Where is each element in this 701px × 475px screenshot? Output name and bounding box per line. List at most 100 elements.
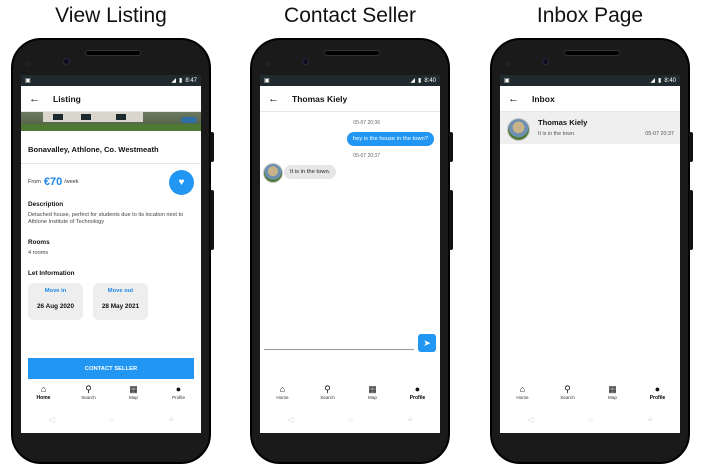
profile-icon: ● (414, 383, 421, 394)
system-recents-icon[interactable]: ≡ (648, 415, 653, 424)
chat-screen: ▣ ◢ ▮ 8:40 ← Thomas Kiely 05-07 20:36 hey … (260, 75, 440, 433)
conversation-preview: It is in the town. (538, 131, 576, 137)
battery-icon: ▮ (179, 78, 183, 84)
system-back-icon[interactable]: ◁ (287, 415, 293, 424)
caption-view-listing: View Listing (55, 4, 167, 27)
caption-contact-seller: Contact Seller (284, 4, 416, 27)
nav-map[interactable]: ▦ Map (593, 384, 633, 400)
bottom-nav: ⌂ Home ⚲ Search ▦ Map ● Profile (500, 379, 680, 405)
system-home-icon[interactable]: ○ (109, 415, 114, 424)
listing-address: Bonavalley, Athlone, Co. Westmeath (28, 145, 159, 154)
nav-map[interactable]: ▦ Map (353, 384, 393, 400)
phone-inbox: ▣ ◢ ▮ 8:40 ← Inbox Thomas Kiely It is in t… (490, 38, 693, 464)
listing-screen: ▣ ◢ ▮ 8:47 ← Listing Bonavalley, Athlone, … (21, 75, 201, 433)
home-icon: ⌂ (519, 384, 526, 394)
nav-home[interactable]: ⌂ Home (24, 384, 64, 401)
home-icon: ⌂ (279, 384, 286, 394)
search-icon: ⚲ (564, 384, 571, 394)
nav-profile[interactable]: ● Profile (638, 384, 678, 401)
message-input[interactable] (264, 336, 414, 350)
message-composer: ➤ (264, 333, 436, 353)
nav-home[interactable]: ⌂ Home (263, 384, 303, 400)
phone-chat: ▣ ◢ ▮ 8:40 ← Thomas Kiely 05-07 20:36 hey … (250, 38, 453, 464)
system-recents-icon[interactable]: ≡ (169, 415, 174, 424)
send-button[interactable]: ➤ (418, 334, 436, 352)
nav-home[interactable]: ⌂ Home (503, 384, 543, 400)
nav-map[interactable]: ▦ Map (114, 384, 154, 400)
rooms-text: 4 rooms (28, 250, 49, 256)
profile-icon: ● (654, 383, 661, 394)
bottom-nav: ⌂ Home ⚲ Search ▦ Map ● Profile (21, 379, 201, 405)
back-arrow-icon[interactable]: ← (508, 93, 526, 105)
caption-inbox-page: Inbox Page (536, 4, 644, 27)
search-icon: ⚲ (85, 384, 92, 394)
system-recents-icon[interactable]: ≡ (408, 415, 413, 424)
battery-icon: ▮ (418, 78, 422, 84)
listing-photo (21, 112, 201, 131)
signal-icon: ◢ (410, 78, 415, 84)
price-from: From (28, 179, 41, 185)
conversation-row[interactable]: Thomas Kiely It is in the town. 05-07 20… (500, 112, 680, 144)
price-value: €70 (43, 176, 63, 188)
notification-icon: ▣ (504, 78, 510, 84)
page-title: Listing (53, 93, 81, 104)
inbox-title: Inbox (532, 93, 555, 104)
avatar (263, 163, 283, 183)
system-home-icon[interactable]: ○ (588, 415, 593, 424)
move-out-card: Move out 28 May 2021 (93, 283, 148, 320)
status-time: 8:47 (185, 77, 197, 84)
system-nav: ◁ ○ ≡ (500, 405, 680, 433)
app-bar: ← Inbox (500, 86, 680, 112)
app-bar: ← Thomas Kiely (260, 86, 440, 112)
back-arrow-icon[interactable]: ← (268, 93, 286, 105)
system-back-icon[interactable]: ◁ (527, 415, 533, 424)
search-icon: ⚲ (324, 384, 331, 394)
move-out-label: Move out (107, 288, 134, 294)
status-bar: ▣ ◢ ▮ 8:40 (260, 75, 440, 86)
phone-listing: ▣ ◢ ▮ 8:47 ← Listing Bonavalley, Athlone, … (11, 38, 214, 464)
heart-icon: ♥ (178, 177, 185, 188)
home-icon: ⌂ (40, 383, 47, 394)
message-time: 05-07 20:37 (353, 153, 380, 159)
system-back-icon[interactable]: ◁ (48, 415, 54, 424)
map-icon: ▦ (129, 384, 138, 394)
battery-icon: ▮ (658, 78, 662, 84)
nav-search[interactable]: ⚲ Search (69, 384, 109, 400)
inbox-screen: ▣ ◢ ▮ 8:40 ← Inbox Thomas Kiely It is in t… (500, 75, 680, 433)
price-row: From €70 /week ♥ (21, 164, 201, 195)
system-nav: ◁ ○ ≡ (21, 405, 201, 433)
signal-icon: ◢ (650, 78, 655, 84)
notification-icon: ▣ (264, 78, 270, 84)
system-nav: ◁ ○ ≡ (260, 405, 440, 433)
favorite-button[interactable]: ♥ (169, 170, 194, 195)
move-out-date: 28 May 2021 (101, 303, 140, 310)
rooms-heading: Rooms (28, 239, 50, 246)
nav-search[interactable]: ⚲ Search (308, 384, 348, 400)
app-bar: ← Listing (21, 86, 201, 112)
nav-profile[interactable]: ● Profile (398, 384, 438, 401)
nav-search[interactable]: ⚲ Search (548, 384, 588, 400)
send-icon: ➤ (423, 337, 431, 348)
map-icon: ▦ (368, 384, 377, 394)
price-period: /week (64, 179, 79, 185)
message-time: 05-07 20:36 (353, 120, 380, 126)
map-icon: ▦ (608, 384, 617, 394)
nav-profile[interactable]: ● Profile (159, 384, 199, 400)
bottom-nav: ⌂ Home ⚲ Search ▦ Map ● Profile (260, 379, 440, 405)
status-bar: ▣ ◢ ▮ 8:47 (21, 75, 201, 86)
move-dates: Move in 26 Aug 2020 Move out 28 May 2021 (21, 277, 201, 320)
move-in-label: Move in (44, 288, 67, 294)
profile-icon: ● (175, 384, 182, 394)
back-arrow-icon[interactable]: ← (29, 93, 47, 105)
message-incoming: It is in the town. (284, 165, 337, 179)
avatar (507, 118, 530, 141)
move-in-card: Move in 26 Aug 2020 (28, 283, 83, 320)
let-info-heading: Let Information (28, 270, 75, 277)
contact-seller-button[interactable]: CONTACT SELLER (28, 358, 194, 379)
status-time: 8:40 (424, 77, 436, 84)
conversation-name: Thomas Kiely (538, 118, 588, 127)
conversation-time: 05-07 20:37 (645, 131, 674, 137)
signal-icon: ◢ (171, 78, 176, 84)
system-home-icon[interactable]: ○ (348, 415, 353, 424)
chat-title: Thomas Kiely (292, 93, 348, 104)
